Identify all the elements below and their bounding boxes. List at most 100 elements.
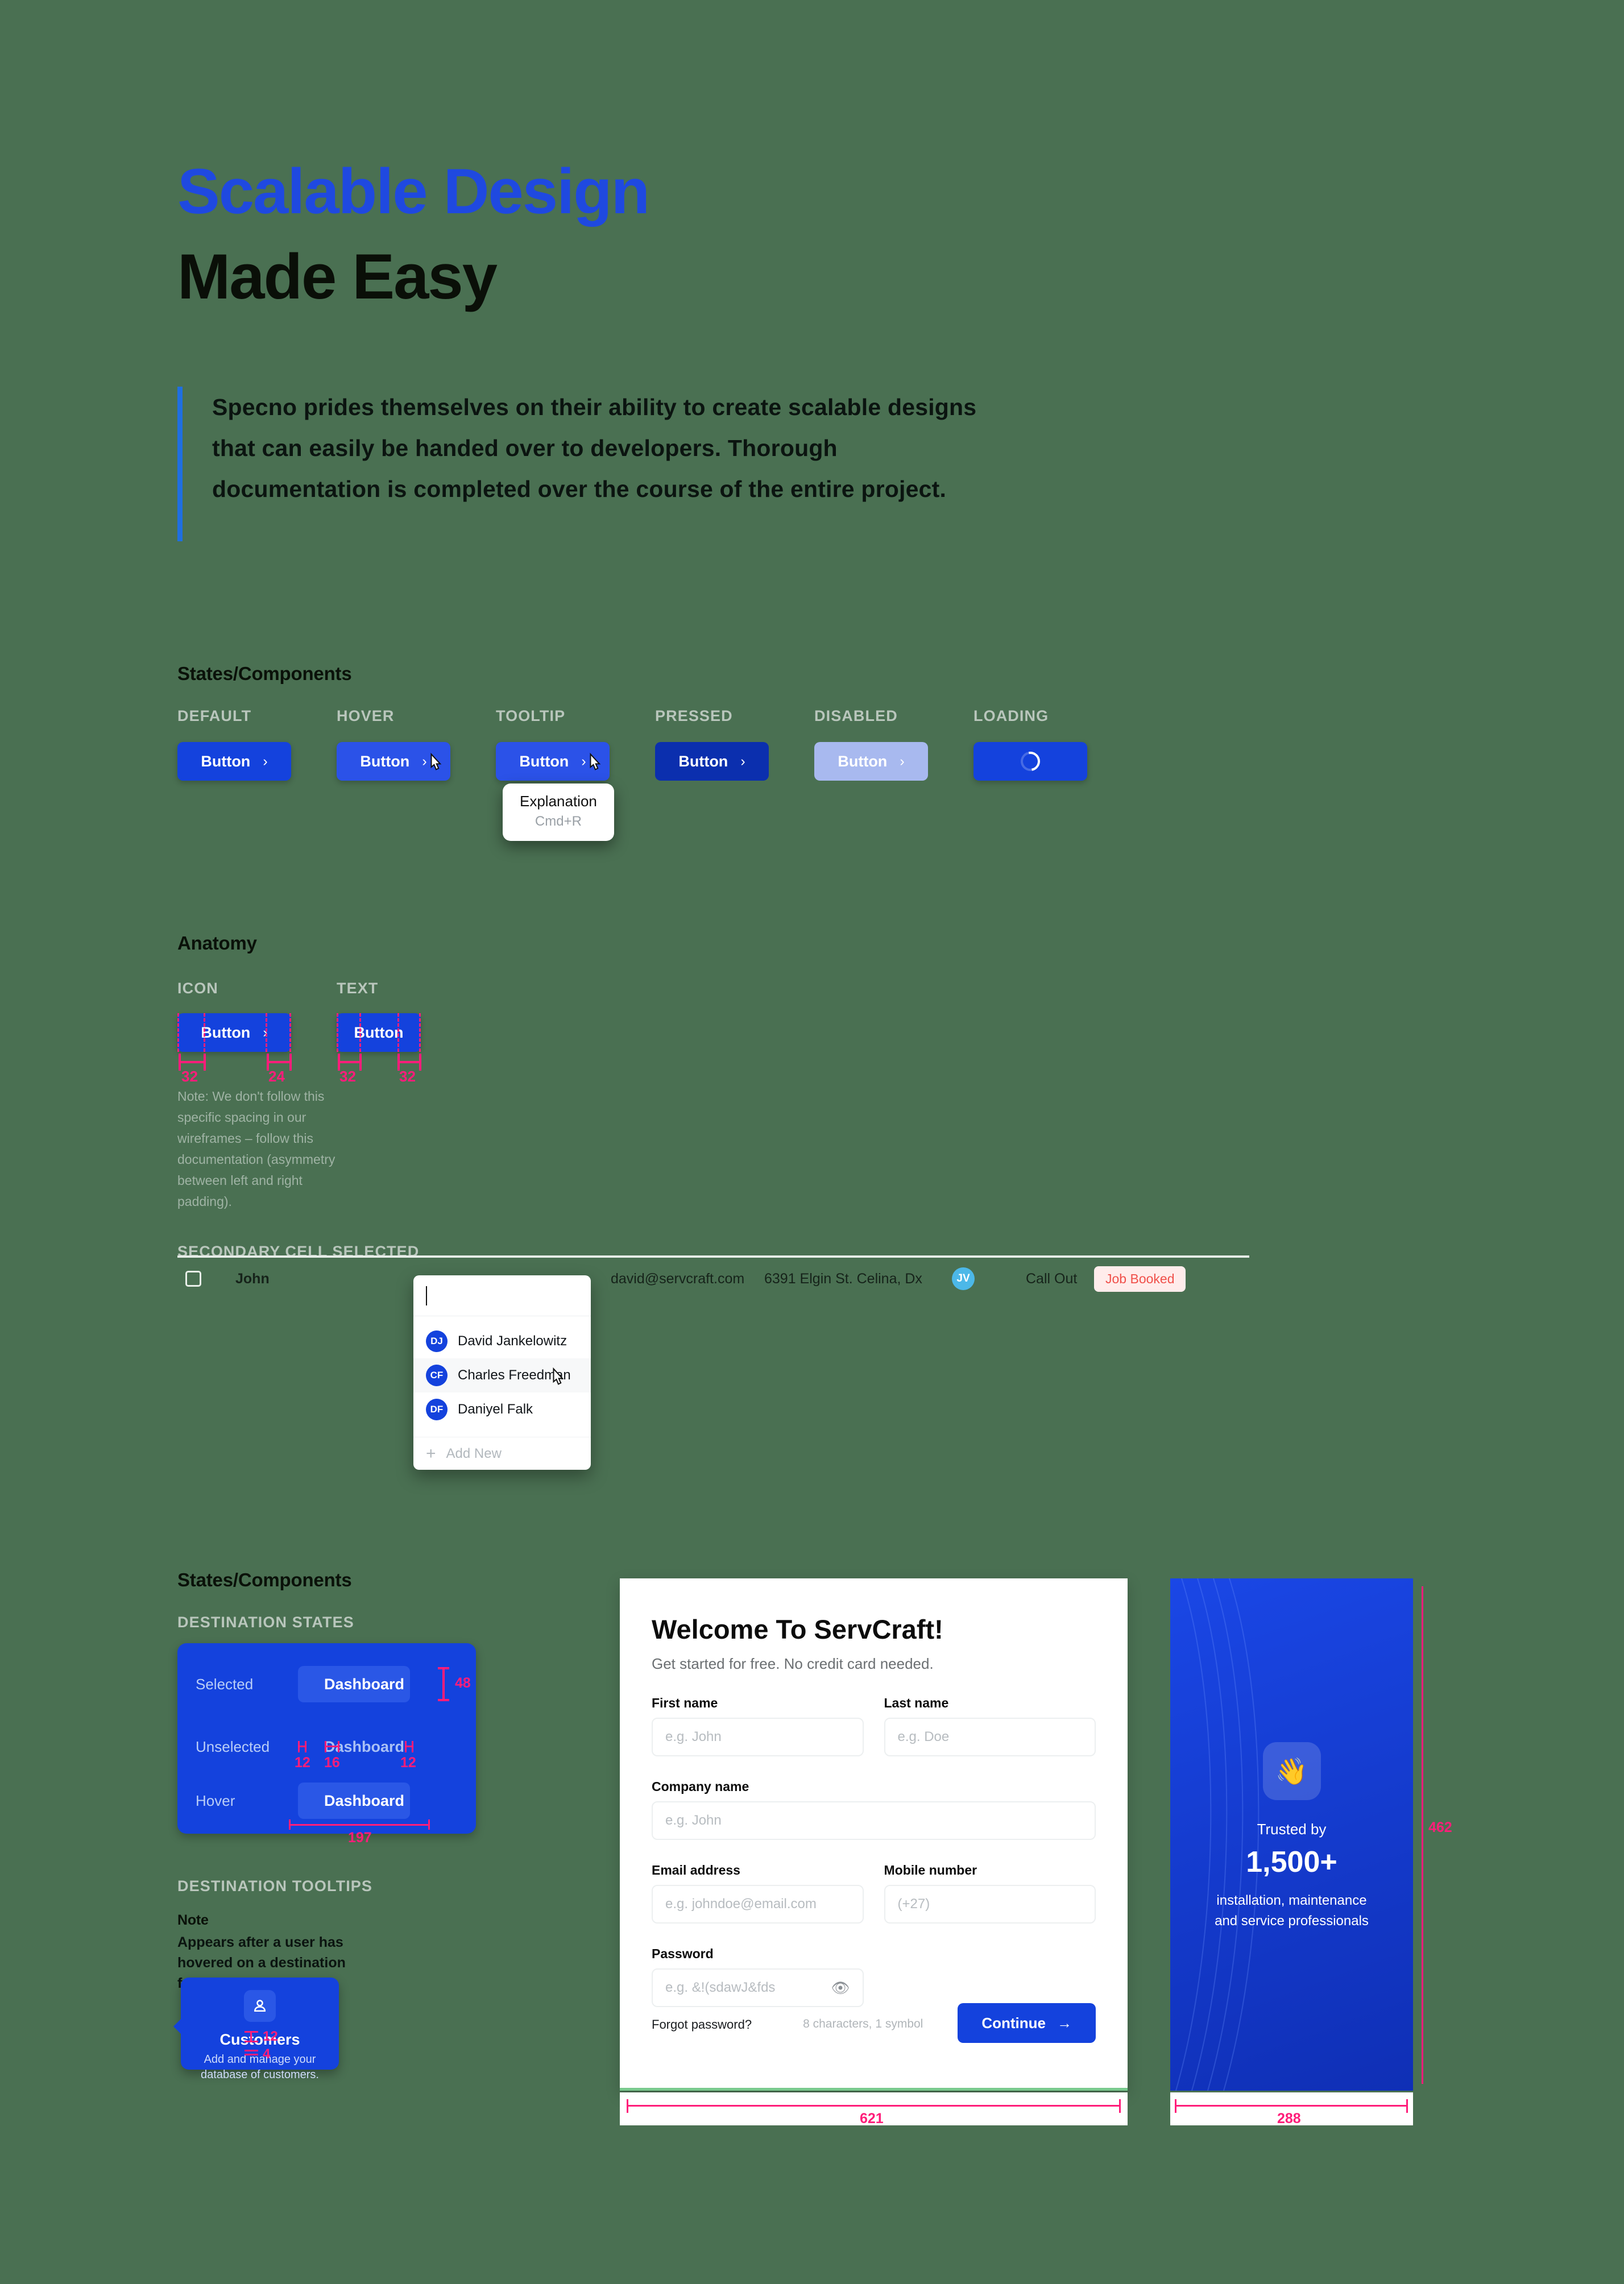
signup-row-contact: Email address e.g. johndoe@email.com Mob…: [652, 1863, 1096, 1924]
anatomy-note: Note: We don't follow this specific spac…: [177, 1089, 335, 1209]
continue-label: Continue: [981, 2014, 1046, 2032]
nav-destination-card: Selected Dashboard 48 Unselected Dashboa…: [177, 1643, 476, 1846]
button-state-label-loading: LOADING: [973, 707, 1049, 724]
continue-button[interactable]: Continue →: [958, 2003, 1096, 2043]
chevron-right-icon: ›: [900, 753, 905, 769]
button-pressed[interactable]: Button ›: [655, 742, 769, 781]
design-documentation-page: Scalable Design Made Easy Specno prides …: [0, 0, 1624, 2284]
mobile-input[interactable]: (+27): [884, 1885, 1096, 1924]
assignee-dropdown[interactable]: DJ David Jankelowitz CF Charles Freedman…: [413, 1275, 591, 1470]
headline-line-1: Scalable Design: [177, 156, 650, 227]
cell-email: david@servcraft.com: [611, 1270, 745, 1287]
signup-row-company: Company name e.g. John: [652, 1779, 1096, 1840]
forgot-password-link[interactable]: Forgot password?: [652, 2017, 752, 2032]
placeholder: e.g. johndoe@email.com: [665, 1896, 817, 1912]
loading-spinner-icon: [1017, 748, 1044, 775]
quote-accent-bar: [177, 387, 183, 541]
nav-item-dashboard-unselected[interactable]: Dashboard: [298, 1728, 410, 1765]
nav-state-label: Hover: [196, 1792, 235, 1809]
signup-baseline: [620, 2088, 1128, 2091]
quote-text: Specno prides themselves on their abilit…: [212, 394, 977, 502]
field-email: Email address e.g. johndoe@email.com: [652, 1863, 864, 1924]
chevron-right-icon: ›: [422, 753, 427, 769]
nav-item-dashboard-hover[interactable]: Dashboard: [298, 1783, 410, 1819]
dropdown-search-input[interactable]: [413, 1275, 591, 1316]
first-name-input[interactable]: e.g. John: [652, 1718, 864, 1756]
button-default[interactable]: Button ›: [177, 742, 291, 781]
measure-height-line: [442, 1668, 445, 1700]
button-tooltip[interactable]: Button ›: [496, 742, 610, 781]
cell-name: John: [235, 1270, 270, 1287]
anatomy-button-with-icon[interactable]: Button ›: [177, 1013, 291, 1052]
avatar: DF: [426, 1399, 448, 1420]
dropdown-item-daniyel-falk[interactable]: DF Daniyel Falk: [413, 1392, 591, 1427]
chevron-right-icon: ›: [263, 753, 268, 769]
field-label: Email address: [652, 1863, 740, 1877]
section-title-states-components-2: States/Components: [177, 1569, 352, 1590]
placeholder: e.g. John: [665, 1729, 722, 1744]
measure-value: 24: [268, 1068, 285, 1085]
button-label: Button: [519, 752, 569, 770]
field-label: Password: [652, 1946, 714, 1961]
button-hover[interactable]: Button ›: [337, 742, 450, 781]
cell-address: 6391 Elgin St. Celina, Dx: [764, 1270, 922, 1287]
nav-item-label: Dashboard: [324, 1675, 405, 1693]
button-state-label-pressed: PRESSED: [655, 707, 733, 724]
nav-row-selected: Selected Dashboard: [196, 1666, 410, 1702]
table-row[interactable]: John david@servcraft.com 6391 Elgin St. …: [177, 1258, 1249, 1300]
anatomy-button-text-only[interactable]: Button: [337, 1013, 421, 1052]
measure-cap-top: [438, 1667, 449, 1669]
measure-cap: [428, 1819, 430, 1830]
text-caret: [426, 1286, 427, 1305]
nav-item-dashboard-selected[interactable]: Dashboard: [298, 1666, 410, 1702]
password-hint: 8 characters, 1 symbol: [803, 2017, 923, 2030]
promo-description-line-2: and service professionals: [1215, 1913, 1369, 1929]
measure-cap: [405, 1741, 407, 1752]
company-name-input[interactable]: e.g. John: [652, 1801, 1096, 1840]
measure-value: 288: [1277, 2111, 1301, 2127]
add-new-label: Add New: [446, 1445, 502, 1461]
promo-description-line-1: installation, maintenance: [1216, 1893, 1367, 1908]
dropdown-item-label: David Jankelowitz: [458, 1333, 567, 1349]
promo-panel: 👋 Trusted by 1,500+ installation, mainte…: [1170, 1578, 1413, 2091]
eye-icon[interactable]: 👁: [831, 1979, 850, 1997]
avatar: DJ: [426, 1330, 448, 1352]
last-name-input[interactable]: e.g. Doe: [884, 1718, 1096, 1756]
quote-block: Specno prides themselves on their abilit…: [177, 387, 1008, 541]
avatar: JV: [952, 1267, 975, 1290]
section-title-anatomy: Anatomy: [177, 932, 257, 954]
dropdown-item-label: Charles Freedman: [458, 1367, 571, 1383]
field-label: First name: [652, 1696, 718, 1710]
dropdown-item-david-jankelowitz[interactable]: DJ David Jankelowitz: [413, 1324, 591, 1358]
dropdown-item-charles-freedman[interactable]: CF Charles Freedman: [413, 1358, 591, 1392]
measure-value-pad-right: 12: [400, 1755, 416, 1771]
wave-hand-icon: 👋: [1262, 1742, 1321, 1800]
user-icon: [254, 2000, 266, 2012]
measure-value-height: 48: [455, 1675, 471, 1691]
customers-icon-container: [244, 1990, 276, 2022]
measure-value-gap: 16: [324, 1755, 340, 1771]
measure-cap: [298, 1741, 300, 1752]
signup-title: Welcome To ServCraft!: [652, 1614, 943, 1644]
status-badge: Job Booked: [1094, 1266, 1186, 1292]
measure-value-pad-left: 12: [295, 1755, 310, 1771]
button-label: Button: [201, 752, 251, 770]
dropdown-list: DJ David Jankelowitz CF Charles Freedman…: [413, 1316, 591, 1432]
measure-value: 621: [860, 2111, 884, 2127]
row-checkbox[interactable]: [185, 1271, 201, 1287]
button-label: Button: [838, 752, 888, 770]
placeholder: e.g. Doe: [897, 1729, 950, 1744]
button-state-label-hover: HOVER: [337, 707, 395, 724]
chevron-right-icon: ›: [581, 753, 586, 769]
measure-value: 32: [181, 1068, 198, 1085]
password-input[interactable]: e.g. &!(sdawJ&fds 👁: [652, 1968, 864, 2007]
dropdown-add-new-button[interactable]: + Add New: [413, 1437, 591, 1470]
field-label: Company name: [652, 1779, 749, 1794]
nav-state-label: Selected: [196, 1675, 254, 1693]
measure-cap: [245, 2054, 258, 2055]
field-last-name: Last name e.g. Doe: [884, 1696, 1096, 1756]
email-input[interactable]: e.g. johndoe@email.com: [652, 1885, 864, 1924]
destination-tooltip-card: Customers Add and manage your database o…: [173, 1978, 339, 2081]
promo-trusted-by: Trusted by: [1257, 1821, 1327, 1838]
button-disabled: Button ›: [814, 742, 928, 781]
